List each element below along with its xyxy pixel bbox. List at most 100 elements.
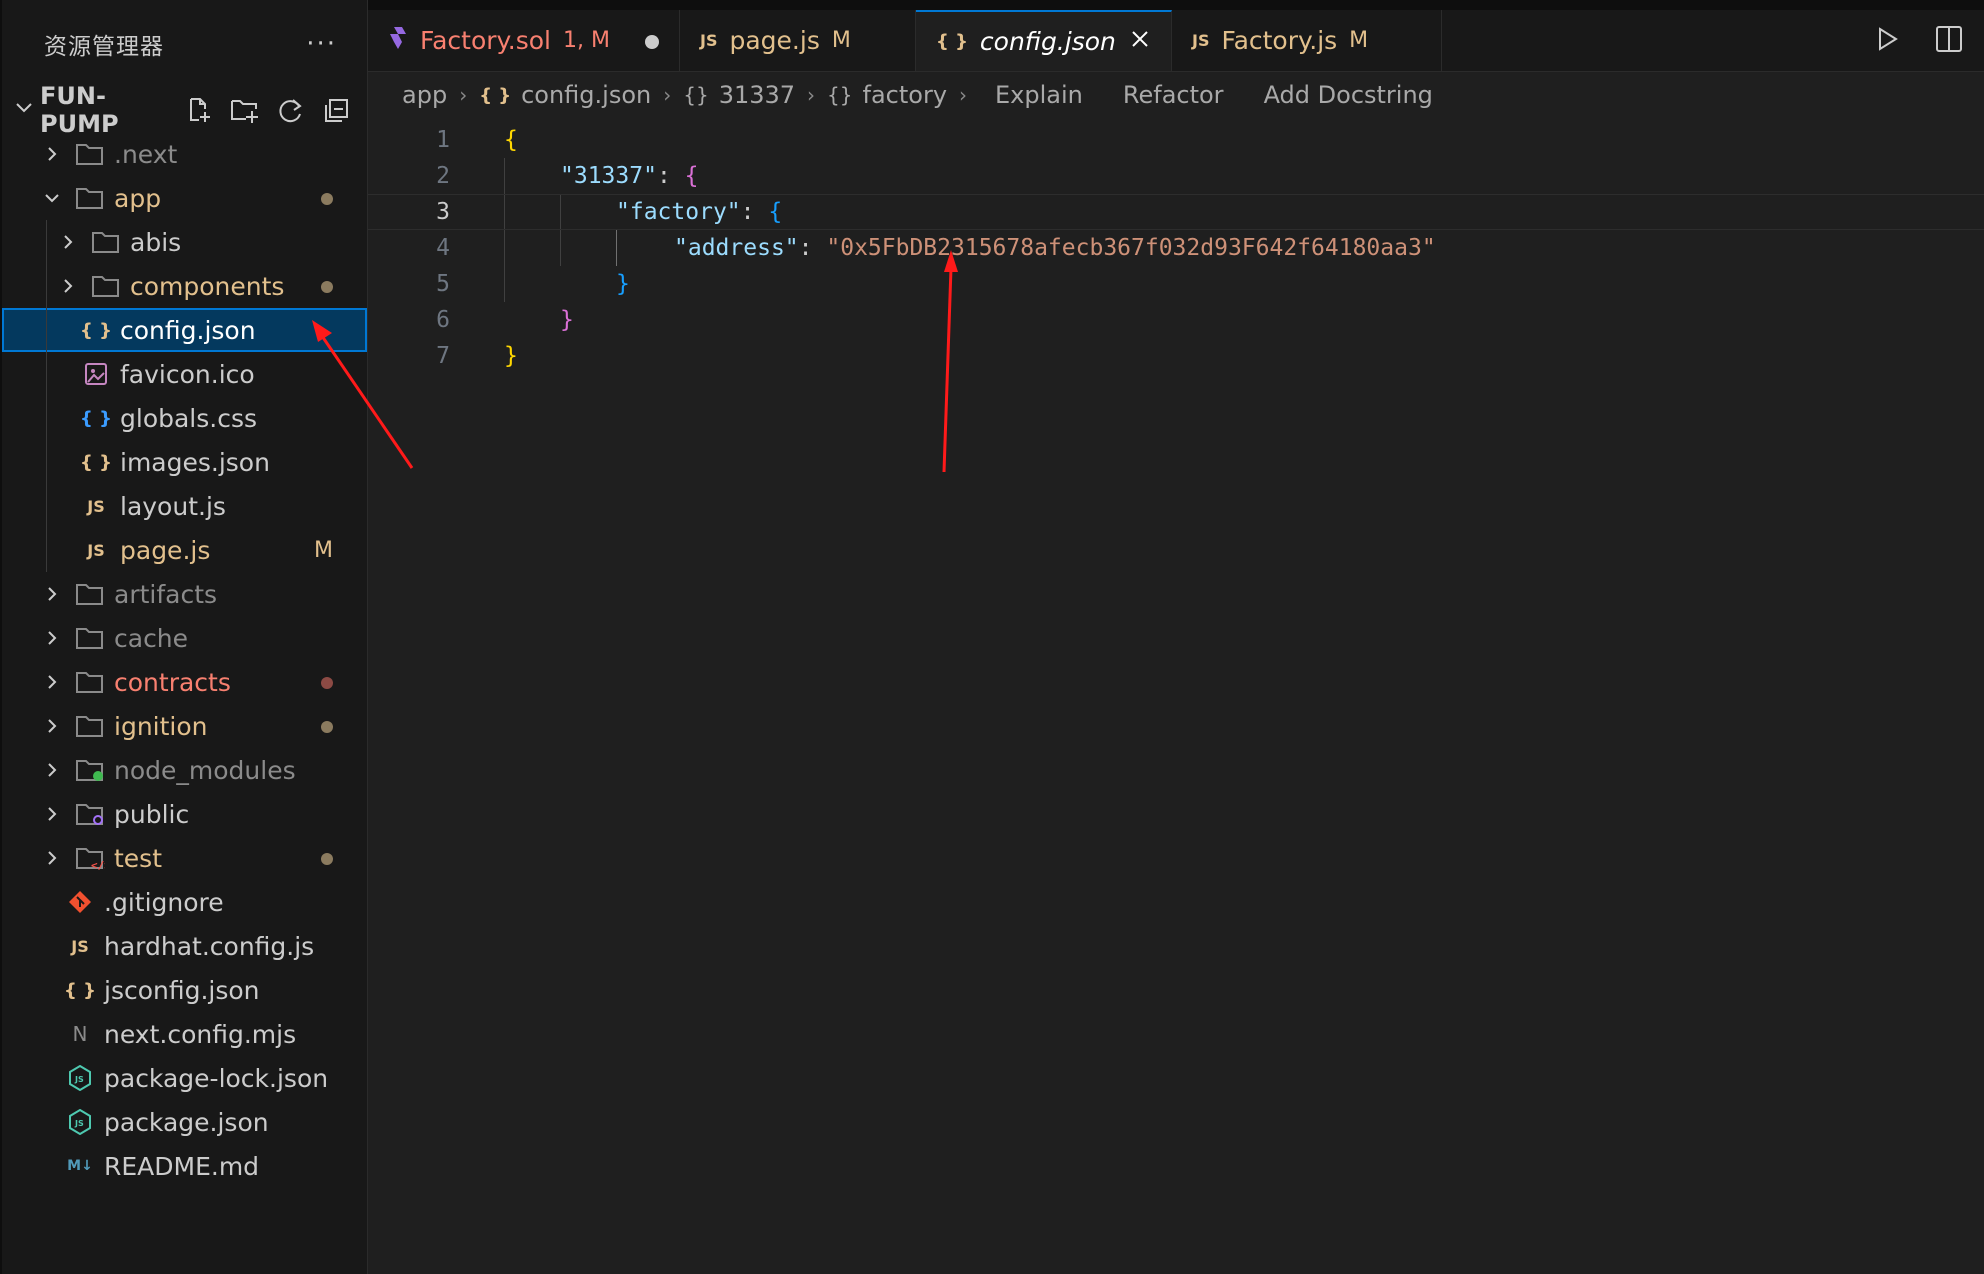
chevron-right-icon: › [959,83,968,107]
run-icon[interactable] [1874,26,1900,56]
tree-item-hardhat-config-js[interactable]: JS hardhat.config.js [2,924,367,968]
tab-label: Factory.js [1221,26,1338,55]
breadcrumb-config-json[interactable]: config.json [521,81,651,109]
refresh-icon[interactable] [276,95,306,125]
js-icon: JS [87,496,105,516]
explain-action[interactable]: Explain [995,81,1083,109]
tab-label: config.json [979,27,1116,56]
tab-config-json[interactable]: { } config.json [916,10,1172,71]
folder-icon [90,227,122,257]
tree-item-favicon-ico[interactable]: favicon.ico [2,352,367,396]
tab-status: M [1349,28,1369,53]
tree-item-label: hardhat.config.js [104,931,315,961]
tree-item-config-json[interactable]: { } config.json [2,308,367,352]
tree-item-label: .next [114,139,178,169]
add-docstring-action[interactable]: Add Docstring [1264,81,1433,109]
breadcrumb-31337[interactable]: 31337 [719,81,795,109]
tree-indent-guide [46,396,47,440]
json-icon: { } [80,451,112,473]
split-editor-icon[interactable] [1934,24,1964,58]
more-actions-icon[interactable]: ··· [306,29,337,59]
close-icon[interactable] [1129,27,1151,56]
tree-item-label: package.json [104,1107,269,1137]
tree-item-label: public [114,799,190,829]
tree-item-ignition[interactable]: ignition [2,704,367,748]
tab-page-js[interactable]: JS page.js M [680,10,916,71]
line-number: 7 [436,343,450,369]
tab-factory-js[interactable]: JS Factory.js M [1172,10,1442,71]
tree-item-label: layout.js [120,491,226,521]
tree-item-node-modules[interactable]: node_modules [2,748,367,792]
factory-key: factory [629,199,727,225]
collapse-all-icon[interactable] [322,95,352,125]
tree-item-images-json[interactable]: { } images.json [2,440,367,484]
svg-text:</>: </> [91,859,105,871]
chevron-right-icon [56,233,80,251]
tree-item-globals-css[interactable]: { } globals.css [2,396,367,440]
tree-item-label: favicon.ico [120,359,255,389]
new-file-icon[interactable] [184,95,214,125]
modified-dot-icon [321,670,333,695]
folder-icon [90,271,122,301]
code-line-7: 7 } [368,338,1984,374]
tree-item-page-js[interactable]: JS page.js M [2,528,367,572]
breadcrumb: app › { } config.json › {} 31337 › {} fa… [368,72,1984,118]
tree-item-artifacts[interactable]: artifacts [2,572,367,616]
svg-text:JS: JS [74,1119,84,1128]
tree-item-contracts[interactable]: contracts [2,660,367,704]
tab-factory-sol[interactable]: Factory.sol 1, M [368,10,680,71]
tree-item-label: images.json [120,447,270,477]
breadcrumb-factory[interactable]: factory [863,81,948,109]
tree-item-next[interactable]: .next [2,132,367,176]
line-number: 1 [436,127,450,153]
modified-dot-icon [321,274,333,299]
tree-item-app[interactable]: app [2,176,367,220]
chain-key: 31337 [573,163,644,189]
code-editor[interactable]: 1 { 2 "31337": { 3 "factory": { 4 "addre… [368,122,1984,374]
chevron-right-icon: › [807,83,816,107]
line-number: 3 [436,199,450,225]
tree-item-cache[interactable]: cache [2,616,367,660]
breadcrumb-app[interactable]: app [402,81,447,109]
chevron-right-icon [40,585,64,603]
tree-item-label: jsconfig.json [104,975,260,1005]
tree-item-layout-js[interactable]: JS layout.js [2,484,367,528]
npm-icon: JS [64,1107,96,1137]
nextjs-icon: N [72,1022,88,1046]
tab-label: Factory.sol [420,26,551,55]
line-number: 5 [436,271,450,297]
js-icon: JS [1192,31,1210,50]
chevron-right-icon [40,145,64,163]
tree-item-readme-md[interactable]: M↓ README.md [2,1144,367,1188]
project-root[interactable]: FUN-PUMP [2,82,367,138]
tree-item-label: README.md [104,1151,260,1181]
tree-item-components[interactable]: components [2,264,367,308]
folder-icon [74,579,106,609]
refactor-action[interactable]: Refactor [1123,81,1224,109]
tree-indent-guide [46,440,47,484]
explorer-header: 资源管理器 ··· [2,0,367,88]
folder-icon [74,667,106,697]
tree-item-public[interactable]: public [2,792,367,836]
tree-item-abis[interactable]: abis [2,220,367,264]
unsaved-dot-icon [645,26,659,55]
tree-indent-guide [46,308,47,352]
folder-icon [74,623,106,653]
line-number: 2 [436,163,450,189]
chevron-right-icon: › [663,83,672,107]
json-icon: { } [936,31,968,52]
tree-indent-guide [46,528,47,572]
chevron-right-icon [40,805,64,823]
tab-actions [1874,10,1984,71]
tree-item-package-json[interactable]: JS package.json [2,1100,367,1144]
markdown-icon: M↓ [67,1158,93,1174]
tree-item-package-lock-json[interactable]: JS package-lock.json [2,1056,367,1100]
tree-item-next-config-mjs[interactable]: Nnext.config.mjs [2,1012,367,1056]
tree-item-gitignore[interactable]: .gitignore [2,880,367,924]
new-folder-icon[interactable] [230,95,260,125]
tree-item-jsconfig-json[interactable]: { } jsconfig.json [2,968,367,1012]
tab-status: M [831,28,851,53]
tree-item-test[interactable]: </>test [2,836,367,880]
chevron-down-icon [14,98,40,123]
tree-item-label: abis [130,227,182,257]
